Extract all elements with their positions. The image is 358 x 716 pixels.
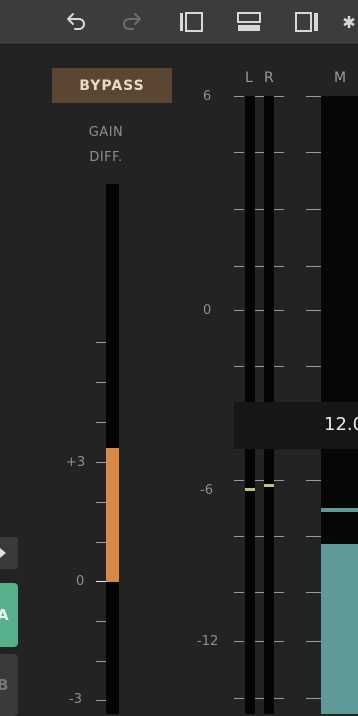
triangle-right-icon [0,548,6,558]
level-readout: 12.0 [324,414,358,435]
level-tick [274,209,284,210]
tab-b[interactable]: B [0,654,18,716]
gain-scale-label-plus3: +3 [66,455,86,470]
mid-tick [306,641,321,642]
expand-panel-button[interactable] [0,537,18,569]
gain-diff-label-line2: DIFF. [89,150,123,165]
level-tick [234,592,244,593]
level-tick [255,480,264,481]
peak-marker-left [245,488,255,491]
level-tick [234,641,244,642]
undo-icon [67,13,85,30]
tab-a[interactable]: A [0,583,18,647]
level-tick [255,366,264,367]
level-tick [274,266,284,267]
mid-label: M [334,70,347,86]
mid-tick [306,152,321,153]
level-tick [274,310,284,311]
mid-tick [306,698,321,699]
layout-bottom-panel-icon [237,12,261,31]
mid-tick [306,480,321,481]
mid-tick [306,266,321,267]
mid-tick [306,366,321,367]
mid-tick [306,536,321,537]
level-tick [234,536,244,537]
mid-level-fill [321,544,358,714]
gain-scale-label-minus3: -3 [69,692,82,707]
level-tick [255,536,264,537]
level-tick [255,152,264,153]
layout-left-panel-icon [180,12,203,32]
mid-tick [306,209,321,210]
level-tick [255,266,264,267]
bypass-button[interactable]: BYPASS [52,68,172,103]
gain-diff-zero-line [96,581,106,582]
redo-icon [123,13,141,30]
level-tick [234,480,244,481]
mid-peak-line [321,508,358,512]
channel-left-label: L [245,70,253,86]
layout-bottom-panel-button[interactable] [235,8,263,36]
level-tick [255,641,264,642]
layout-right-panel-button[interactable] [293,8,321,36]
gain-tick [96,462,106,463]
level-tick [274,592,284,593]
gain-tick [96,700,106,701]
level-scale-label-0: 0 [203,303,212,318]
level-tick [255,698,264,699]
layout-left-panel-button[interactable] [177,8,205,36]
more-button[interactable] [340,8,358,36]
level-tick [255,310,264,311]
level-tick [234,152,244,153]
level-tick [234,266,244,267]
gain-tick [96,422,106,423]
gain-tick [96,342,106,343]
mid-tick [306,592,321,593]
level-tick [274,152,284,153]
level-tick [255,96,264,97]
undo-button[interactable] [62,8,90,36]
level-tick [274,366,284,367]
level-tick [274,536,284,537]
level-tick [274,698,284,699]
peak-marker-right [264,484,274,487]
level-scale-label-minus12: -12 [197,634,219,649]
level-tick [255,592,264,593]
level-scale-label-minus6: -6 [200,483,213,498]
level-tick [234,366,244,367]
gain-tick [96,502,106,503]
gain-scale-label-zero: 0 [76,574,85,589]
gain-tick [96,382,106,383]
gain-tick [96,621,106,622]
gain-tick [96,661,106,662]
level-tick [234,310,244,311]
layout-right-panel-icon [295,12,318,32]
more-icon [343,16,355,28]
level-tick [274,641,284,642]
gain-tick [96,542,106,543]
level-scale-label-6: 6 [203,89,212,104]
channel-right-label: R [264,70,274,86]
toolbar [0,0,358,45]
tab-b-label: B [0,676,9,694]
level-tick [274,96,284,97]
level-tick [274,480,284,481]
redo-button[interactable] [118,8,146,36]
level-tick [234,698,244,699]
level-tick [234,209,244,210]
mid-tick [306,96,321,97]
tab-a-label: A [0,606,9,624]
level-tick [255,209,264,210]
mid-tick [306,310,321,311]
level-tick [234,96,244,97]
gain-diff-fill [106,448,119,582]
gain-diff-label-line1: GAIN [88,125,124,140]
